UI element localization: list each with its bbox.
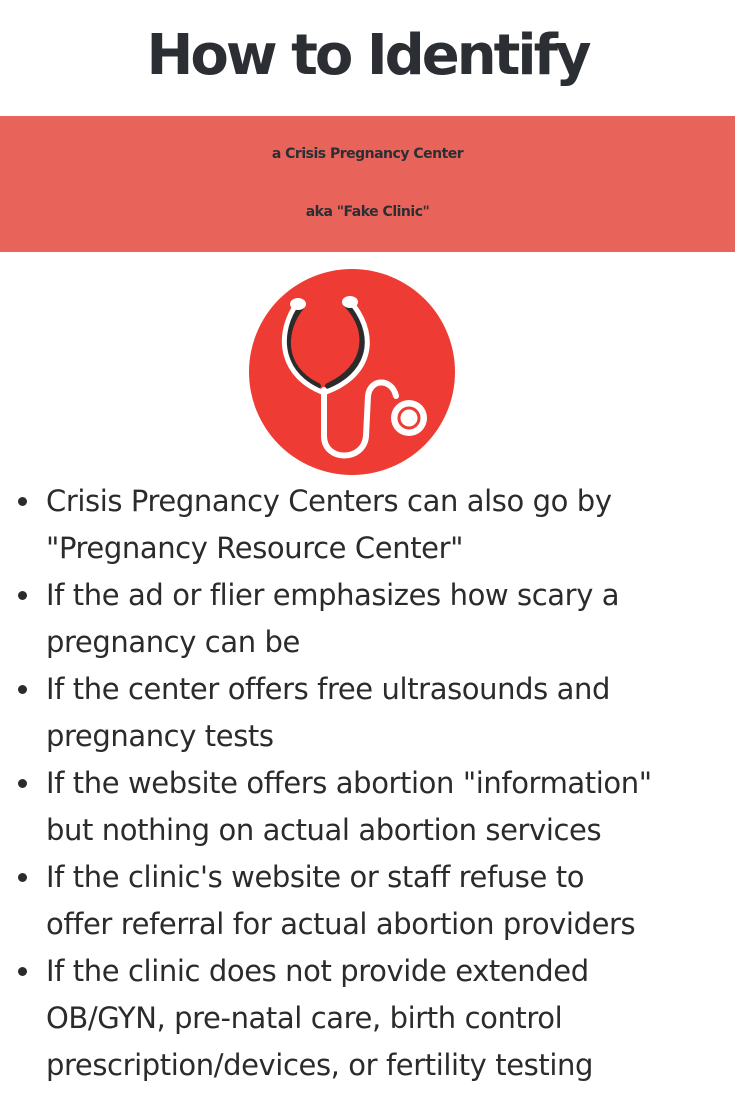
list-item-text: If the center offers free ultrasounds an… [46,672,610,706]
list-item-text: If the website offers abortion "informat… [46,766,652,800]
page-title: How to Identify [146,23,592,88]
subtitle-line-1: a Crisis Pregnancy Center [271,146,464,162]
list-item: Crisis Pregnancy Centers can also go by … [0,478,735,572]
bullet-dot [18,685,27,694]
list-item-text: If the ad or flier emphasizes how scary … [46,578,620,612]
list-item: If the clinic does not provide extended … [0,948,735,1089]
list-item-text: but nothing on actual abortion services [46,813,602,847]
list-item-text: If the clinic's website or staff refuse … [46,860,585,894]
list-item: If the clinic's website or staff refuse … [0,854,735,948]
list-item-text: Crisis Pregnancy Centers can also go by [46,484,612,518]
bullet-dot [18,591,27,600]
list-item: If the center offers free ultrasounds an… [0,666,735,760]
list-item-text: OB/GYN, pre-natal care, birth control [46,1001,563,1035]
bullet-dot [18,779,27,788]
criteria-list: Crisis Pregnancy Centers can also go by … [0,478,735,1089]
list-item-text: offer referral for actual abortion provi… [46,907,636,941]
bullet-dot [18,497,27,506]
list-item-text: prescription/devices, or fertility testi… [46,1048,593,1082]
bullet-dot [18,967,27,976]
list-item-text: pregnancy can be [46,625,300,659]
list-item-text: pregnancy tests [46,719,274,753]
stethoscope-icon [249,269,455,475]
list-item-text: "Pregnancy Resource Center" [46,531,464,565]
stethoscope-logo [246,268,458,476]
list-item: If the website offers abortion "informat… [0,760,735,854]
bullet-dot [18,873,27,882]
list-item: If the ad or flier emphasizes how scary … [0,572,735,666]
list-item-text: If the clinic does not provide extended [46,954,589,988]
subtitle-line-2: aka "Fake Clinic" [305,204,430,220]
